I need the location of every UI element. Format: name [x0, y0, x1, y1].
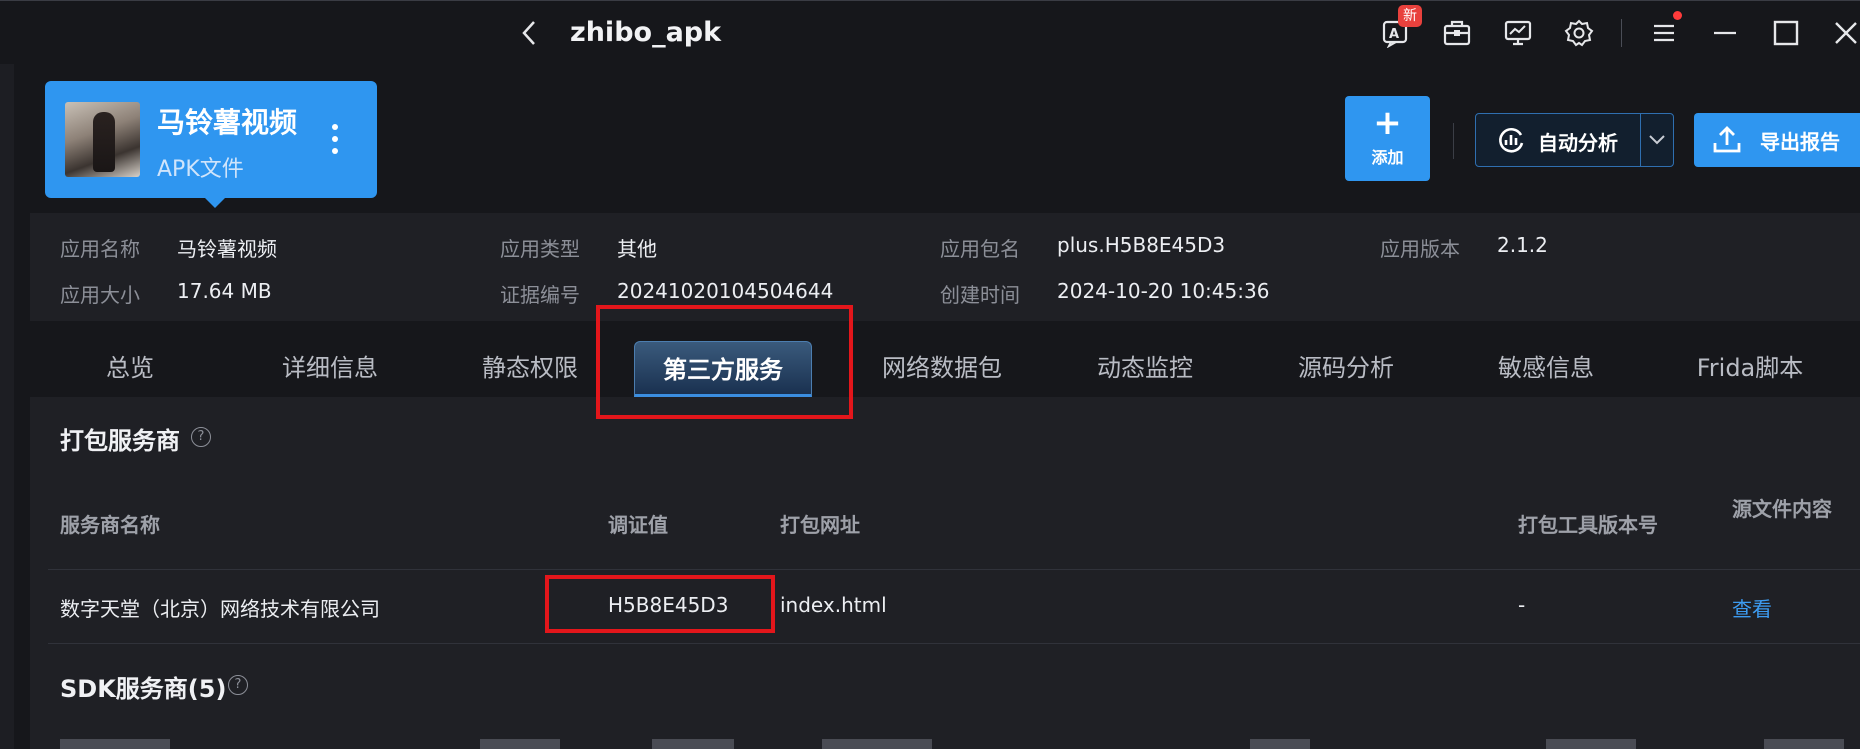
monitor-button[interactable]: [1498, 13, 1538, 53]
title-bar: zhibo_apk A 新: [0, 0, 1860, 64]
chevron-down-icon[interactable]: [1646, 128, 1668, 150]
export-report-button[interactable]: 导出报告: [1694, 113, 1860, 167]
third-party-services-panel: 打包服务商 ? 服务商名称 调证值 打包网址 打包工具版本号 源文件内容 数字天…: [30, 397, 1860, 749]
actions-divider: [1453, 123, 1454, 159]
left-sidebar-edge: [0, 64, 14, 749]
version-value: 2.1.2: [1497, 233, 1548, 257]
app-info-panel: 应用名称 马铃薯视频 应用类型 其他 应用包名 plus.H5B8E45D3 应…: [30, 213, 1860, 321]
settings-button[interactable]: [1559, 13, 1599, 53]
tab-frida-script[interactable]: Frida脚本: [1670, 345, 1830, 391]
maximize-icon: [1773, 20, 1799, 46]
app-card[interactable]: 马铃薯视频 APK文件: [45, 81, 377, 208]
tool-version-cell: -: [1518, 593, 1526, 617]
app-name-label: 应用名称: [60, 237, 140, 261]
notification-dot: [1673, 11, 1682, 20]
new-badge: 新: [1398, 5, 1422, 27]
packaging-provider-title: 打包服务商: [60, 427, 180, 455]
ai-assistant-button[interactable]: A 新: [1376, 5, 1422, 53]
tab-network-packets[interactable]: 网络数据包: [862, 345, 1022, 391]
version-label: 应用版本: [1380, 237, 1460, 261]
more-options-icon[interactable]: [323, 115, 347, 163]
provider-name-cell: 数字天堂（北京）网络技术有限公司: [60, 597, 380, 621]
tab-static-permissions[interactable]: 静态权限: [460, 345, 600, 391]
menu-button[interactable]: [1644, 11, 1684, 53]
evidence-value: 20241020104504644: [617, 279, 834, 303]
add-button-label: 添加: [1371, 148, 1404, 167]
help-icon[interactable]: ?: [191, 427, 211, 447]
size-value: 17.64 MB: [177, 279, 272, 303]
created-value: 2024-10-20 10:45:36: [1057, 279, 1270, 303]
col-source-content: 源文件内容: [1732, 497, 1832, 521]
tab-bar: 总览 详细信息 静态权限 第三方服务 网络数据包 动态监控 源码分析 敏感信息 …: [30, 335, 1860, 397]
app-name-value: 马铃薯视频: [177, 237, 277, 261]
app-type-value: 其他: [617, 237, 657, 261]
sdk-table-header-partial: [60, 737, 1860, 749]
app-type-label: 应用类型: [500, 237, 580, 261]
tab-source-analysis[interactable]: 源码分析: [1276, 345, 1416, 391]
package-label: 应用包名: [940, 237, 1020, 261]
sdk-provider-title: SDK服务商(5): [60, 675, 227, 703]
back-button[interactable]: [512, 15, 548, 51]
auto-analyze-button[interactable]: 自动分析: [1475, 113, 1674, 167]
created-label: 创建时间: [940, 283, 1020, 307]
minimize-icon: [1714, 31, 1736, 35]
app-card-name: 马铃薯视频: [157, 106, 298, 139]
col-provider-name: 服务商名称: [60, 513, 160, 537]
export-report-label: 导出报告: [1760, 130, 1840, 154]
evidence-label: 证据编号: [500, 283, 580, 307]
auto-analyze-label: 自动分析: [1538, 131, 1618, 155]
table-divider: [48, 643, 1860, 644]
tab-details[interactable]: 详细信息: [260, 345, 400, 391]
app-thumbnail: [65, 102, 140, 177]
tab-dynamic-monitoring[interactable]: 动态监控: [1075, 345, 1215, 391]
toolbox-button[interactable]: [1437, 13, 1477, 53]
table-divider: [48, 569, 1860, 570]
close-button[interactable]: [1826, 13, 1860, 53]
help-icon[interactable]: ?: [228, 675, 248, 695]
analysis-gauge-icon: [1499, 128, 1524, 153]
app-card-type: APK文件: [157, 157, 244, 182]
col-tool-version: 打包工具版本号: [1518, 513, 1658, 537]
add-button[interactable]: + 添加: [1345, 96, 1430, 181]
settings-icon: [1564, 19, 1594, 47]
chevron-left-icon: [522, 21, 535, 45]
col-evidence-value: 调证值: [608, 513, 668, 537]
close-icon: [1835, 22, 1857, 44]
upload-icon: [1713, 126, 1741, 153]
monitor-icon: [1504, 20, 1532, 46]
plus-icon: +: [1373, 103, 1402, 143]
col-package-url: 打包网址: [780, 513, 860, 537]
highlight-box-evidence: [545, 575, 775, 633]
tab-sensitive-info[interactable]: 敏感信息: [1476, 345, 1616, 391]
tab-overview[interactable]: 总览: [70, 345, 190, 391]
size-label: 应用大小: [60, 283, 140, 307]
toolbox-icon: [1443, 20, 1471, 46]
view-source-link[interactable]: 查看: [1732, 593, 1772, 622]
menu-icon: [1654, 24, 1674, 42]
highlight-box-tab: [596, 305, 853, 419]
svg-text:A: A: [1389, 27, 1399, 42]
package-value: plus.H5B8E45D3: [1057, 233, 1226, 257]
titlebar-divider: [1621, 19, 1622, 47]
package-url-cell: index.html: [780, 593, 887, 617]
window-title: zhibo_apk: [570, 17, 722, 48]
maximize-button[interactable]: [1766, 13, 1806, 53]
minimize-button[interactable]: [1705, 13, 1745, 53]
